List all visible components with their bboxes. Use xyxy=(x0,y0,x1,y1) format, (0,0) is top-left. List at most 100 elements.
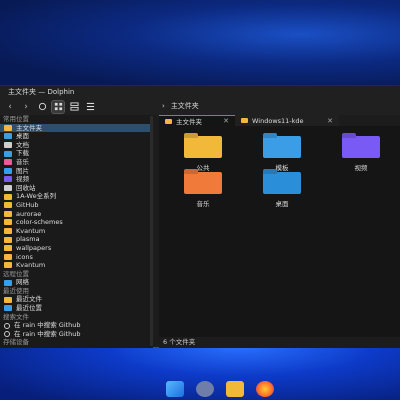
dolphin-window: 主文件夹 — Dolphin ‹ › › 主文件夹 常用位置 主文件夹 桌面 文档下… xyxy=(0,85,400,348)
videos-icon xyxy=(4,176,12,183)
folder-item-desktop[interactable]: 桌面 xyxy=(260,172,304,208)
sidebar-item-label: 网络 xyxy=(16,278,29,287)
sidebar-item[interactable]: 1A-We全系列 xyxy=(0,192,153,201)
sidebar-item[interactable]: 视频 xyxy=(0,175,153,184)
sidebar-item-label: 最近文件 xyxy=(16,295,42,304)
home-icon xyxy=(38,102,46,111)
sidebar-item[interactable]: 最近文件 xyxy=(0,295,153,304)
sidebar-item[interactable]: 下载 xyxy=(0,149,153,158)
icon-view-button[interactable] xyxy=(51,99,65,114)
back-button[interactable]: ‹ xyxy=(4,101,16,113)
sidebar-item-label: 在 rain 中搜索 Github xyxy=(14,321,81,330)
sidebar-item-label: 下载 xyxy=(16,149,29,158)
sidebar-item-label: 视频 xyxy=(16,175,29,184)
recent-files-icon xyxy=(4,296,12,303)
sidebar-item-label: 图片 xyxy=(16,166,29,175)
sidebar-item[interactable]: icons xyxy=(0,253,153,262)
sidebar-item[interactable]: 图片 xyxy=(0,167,153,176)
folder-icon xyxy=(241,118,248,123)
folder-icon xyxy=(4,202,12,209)
places-panel: 常用位置 主文件夹 桌面 文档 下载 音乐 图片 视频 回收站 1A-We全系列 GitHub au… xyxy=(0,115,153,348)
sidebar-item[interactable]: color-schemes xyxy=(0,218,153,227)
start-icon[interactable] xyxy=(166,381,184,397)
network-icon xyxy=(4,279,12,286)
breadcrumb-separator: › xyxy=(162,102,165,110)
sidebar-item[interactable]: 桌面 xyxy=(0,132,153,141)
sidebar-item[interactable]: GitHub xyxy=(0,201,153,210)
sidebar-item-label: Kvantum xyxy=(16,261,46,270)
breadcrumb-home[interactable]: 主文件夹 xyxy=(171,101,199,111)
folder-item-music[interactable]: 音乐 xyxy=(181,172,225,208)
compact-view-button[interactable] xyxy=(68,101,80,113)
sidebar-item-label: icons xyxy=(16,252,33,261)
sidebar-item[interactable]: plasma xyxy=(0,235,153,244)
music-folder-icon xyxy=(184,172,222,194)
forward-button[interactable]: › xyxy=(20,101,32,113)
settings-icon[interactable] xyxy=(196,381,214,397)
folder-item-public[interactable]: 公共 xyxy=(181,136,225,172)
search-icon xyxy=(4,331,10,338)
sidebar-item-label: color-schemes xyxy=(16,218,63,227)
window-title: 主文件夹 — Dolphin xyxy=(0,86,400,98)
sidebar-item[interactable]: 主文件夹 xyxy=(0,123,153,133)
list-icon xyxy=(86,102,94,111)
sidebar-item[interactable]: 最近位置 xyxy=(0,304,153,313)
sidebar-item-label: 主文件夹 xyxy=(16,123,42,132)
sidebar-item-label: 桌面 xyxy=(16,132,29,141)
home-folder-icon xyxy=(4,124,12,131)
desktop-folder-icon xyxy=(263,172,301,194)
trash-icon xyxy=(4,185,12,192)
details-view-button[interactable] xyxy=(84,101,96,113)
folder-icon xyxy=(4,245,12,252)
desktop-folder-icon xyxy=(4,133,12,140)
sidebar-item[interactable]: Kvantum xyxy=(0,227,153,236)
search-icon xyxy=(4,322,10,329)
folder-item-templates[interactable]: 模板 xyxy=(260,136,304,172)
folder-grid: 公共 模板 视频 音乐 桌面 xyxy=(159,127,400,332)
tab-home[interactable]: 主文件夹 ✕ xyxy=(159,115,235,126)
sidebar-item[interactable]: wallpapers xyxy=(0,244,153,253)
folder-icon xyxy=(4,253,12,260)
file-view: 主文件夹 ✕ Windows11-kde ✕ 公共 模板 视频 音乐 桌面 6 … xyxy=(159,115,400,348)
documents-icon xyxy=(4,142,12,149)
section-devices: 存储设备 xyxy=(3,338,29,347)
section-search: 搜索文件 xyxy=(3,312,29,321)
videos-folder-icon xyxy=(342,136,380,158)
close-tab-icon[interactable]: ✕ xyxy=(327,117,333,125)
tab-windows11-kde[interactable]: Windows11-kde ✕ xyxy=(235,115,339,126)
pictures-icon xyxy=(4,167,12,174)
recent-locations-icon xyxy=(4,305,12,312)
sidebar-item-label: GitHub xyxy=(16,200,39,209)
folder-icon xyxy=(4,228,12,235)
folder-icon xyxy=(165,118,172,124)
file-manager-icon[interactable] xyxy=(226,381,244,397)
close-tab-icon[interactable]: ✕ xyxy=(223,117,229,125)
folder-icon xyxy=(4,210,12,217)
folder-icon xyxy=(4,236,12,243)
folder-icon xyxy=(4,193,12,200)
sidebar-item-label: Kvantum xyxy=(16,226,46,235)
tab-bar: 主文件夹 ✕ Windows11-kde ✕ xyxy=(159,115,400,126)
public-folder-icon xyxy=(184,136,222,158)
grid-icon xyxy=(54,102,62,111)
status-bar: 6 个文件夹 xyxy=(159,337,400,348)
toolbar: ‹ › › 主文件夹 xyxy=(0,98,400,115)
sidebar-item-label: aurorae xyxy=(16,209,42,218)
folder-item-videos[interactable]: 视频 xyxy=(339,136,383,172)
home-button[interactable] xyxy=(36,101,48,113)
sidebar-scrollbar[interactable] xyxy=(150,116,153,346)
music-icon xyxy=(4,159,12,166)
sidebar-item[interactable]: 网络 xyxy=(0,278,153,287)
sidebar-item[interactable]: Kvantum xyxy=(0,261,153,270)
download-icon xyxy=(4,150,12,157)
sidebar-item-label: 1A-We全系列 xyxy=(16,192,57,201)
firefox-icon[interactable] xyxy=(256,381,274,397)
sidebar-item-label: 最近位置 xyxy=(16,304,42,313)
folder-icon xyxy=(4,262,12,269)
templates-folder-icon xyxy=(263,136,301,158)
sidebar-item[interactable]: 在 rain 中搜索 Github xyxy=(0,321,153,330)
taskbar xyxy=(0,378,400,400)
sidebar-item[interactable]: 音乐 xyxy=(0,158,153,167)
sidebar-item[interactable]: aurorae xyxy=(0,210,153,219)
sidebar-item-label: 音乐 xyxy=(16,157,29,166)
